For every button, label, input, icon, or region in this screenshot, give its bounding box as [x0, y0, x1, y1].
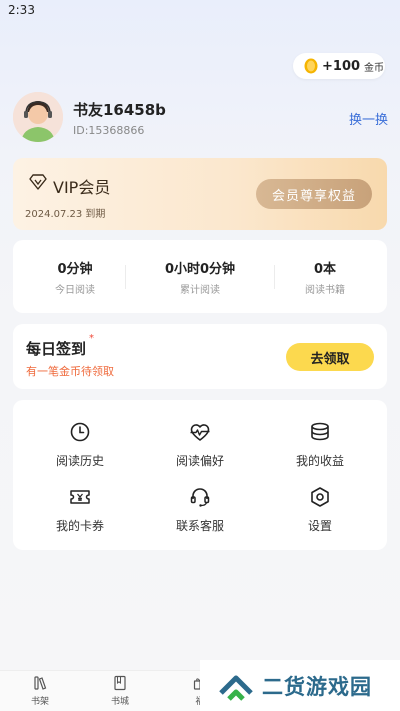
menu-label: 我的收益 [295, 454, 344, 468]
vip-benefits-button[interactable]: 会员尊享权益 [256, 179, 372, 209]
menu-item-reading-history[interactable]: 阅读历史 [30, 421, 130, 471]
menu-item-settings[interactable]: 设置 [270, 486, 370, 536]
coin-unit: 金币 [364, 62, 385, 74]
settings-icon [311, 487, 329, 507]
coin-amount: +100 [322, 58, 361, 74]
feature-menu-card: 阅读历史 阅读偏好 我的收益 我的卡券 联系客服 设置 [13, 400, 387, 550]
stat-today-reading[interactable]: 0分钟 今日阅读 [13, 240, 137, 313]
book-icon [114, 675, 126, 691]
tab-bookstore[interactable]: 书城 [90, 675, 150, 707]
menu-label: 我的卡券 [55, 519, 104, 533]
menu-label: 阅读偏好 [175, 454, 224, 468]
ticket-icon [70, 490, 90, 504]
watermark-logo-icon [219, 675, 253, 701]
claim-coins-button[interactable]: 去领取 [286, 343, 374, 371]
stat-books-read[interactable]: 0本 阅读书籍 [263, 240, 387, 313]
site-watermark: 二货游戏园 [200, 660, 400, 711]
stat-label: 累计阅读 [180, 285, 220, 296]
menu-label: 联系客服 [175, 519, 224, 533]
heart-pulse-icon [190, 424, 210, 441]
headset-icon [190, 488, 210, 507]
user-id: ID:15368866 [73, 124, 145, 137]
gold-coin-icon [304, 58, 318, 74]
bookshelf-icon [34, 676, 47, 690]
reading-stats-card: 0分钟 今日阅读 0小时0分钟 累计阅读 0本 阅读书籍 [13, 240, 387, 313]
vip-card[interactable]: VIP会员 2024.07.23 到期 会员尊享权益 [13, 158, 387, 230]
divider [125, 265, 126, 289]
stat-value: 0小时0分钟 [164, 262, 236, 277]
switch-account-link[interactable]: 换一换 [349, 109, 388, 128]
tab-label: 书架 [30, 697, 49, 707]
checkin-required-star: * [89, 333, 94, 344]
username: 书友16458b [73, 101, 166, 119]
vip-title: VIP会员 [53, 178, 111, 197]
menu-item-my-coupons[interactable]: 我的卡券 [30, 486, 130, 536]
vip-expire-date: 2024.07.23 到期 [25, 209, 106, 220]
menu-item-reading-preference[interactable]: 阅读偏好 [150, 421, 250, 471]
menu-item-my-earnings[interactable]: 我的收益 [270, 421, 370, 471]
tab-label: 书城 [110, 697, 129, 707]
stat-label: 阅读书籍 [305, 285, 345, 296]
clock-icon [70, 422, 90, 442]
coin-balance-pill[interactable]: +100 金币 [293, 53, 385, 79]
watermark-text: 二货游戏园 [262, 674, 372, 699]
status-bar-time: 2:33 [8, 3, 35, 17]
diamond-icon [29, 174, 47, 190]
menu-label: 阅读历史 [55, 454, 104, 468]
stat-total-reading[interactable]: 0小时0分钟 累计阅读 [138, 240, 262, 313]
tab-bookshelf[interactable]: 书架 [10, 675, 70, 707]
coin-stack-icon [311, 422, 329, 441]
menu-item-customer-service[interactable]: 联系客服 [150, 486, 250, 536]
stat-value: 0本 [313, 262, 337, 277]
daily-checkin-card: 每日签到 * 有一笔金币待领取 去领取 [13, 324, 387, 389]
stat-label: 今日阅读 [55, 285, 95, 296]
avatar[interactable] [13, 92, 63, 142]
stat-value: 0分钟 [57, 262, 93, 277]
checkin-subtitle: 有一笔金币待领取 [26, 365, 114, 378]
avatar-illustration [13, 92, 63, 142]
menu-label: 设置 [307, 519, 332, 533]
checkin-title: 每日签到 [26, 340, 87, 358]
